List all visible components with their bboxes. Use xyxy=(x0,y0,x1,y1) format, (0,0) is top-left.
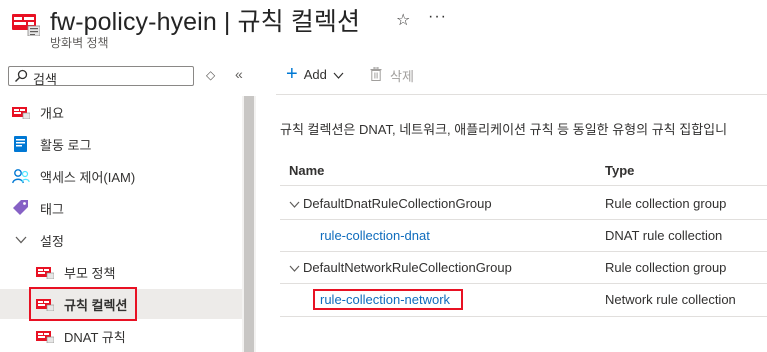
sidebar-item-activity-log[interactable]: 활동 로그 xyxy=(0,129,242,159)
chevron-down-icon[interactable] xyxy=(289,196,300,211)
sidebar-item-label: 개요 xyxy=(40,105,64,121)
row-divider xyxy=(280,316,767,317)
sidebar-item-dnat-rules[interactable]: DNAT 규칙 xyxy=(0,321,242,351)
sidebar-item-overview[interactable]: 개요 xyxy=(0,97,242,127)
description-text: 규칙 컬렉션은 DNAT, 네트워크, 애플리케이션 규칙 등 동일한 유형의 … xyxy=(280,122,728,137)
chevron-down-icon xyxy=(333,67,344,82)
row-type: DNAT rule collection xyxy=(605,228,723,243)
expand-collapse-icon[interactable]: ◇ xyxy=(206,68,215,82)
sidebar-item-label: 부모 정책 xyxy=(64,265,116,281)
sidebar-section-settings[interactable]: 설정 xyxy=(0,225,242,255)
search-input[interactable]: 검색 xyxy=(8,66,194,87)
row-type: Network rule collection xyxy=(605,292,736,307)
delete-label: 삭제 xyxy=(390,69,414,84)
search-placeholder: 검색 xyxy=(33,72,57,87)
trash-icon xyxy=(370,66,382,84)
sidebar-item-tags[interactable]: 태그 xyxy=(0,193,242,223)
sidebar-item-label: 활동 로그 xyxy=(40,137,92,153)
row-divider xyxy=(280,283,767,284)
toolbar-divider xyxy=(276,94,767,95)
sidebar-item-label: 액세스 제어(IAM) xyxy=(40,169,136,185)
table-row[interactable]: DefaultDnatRuleCollectionGroup xyxy=(289,196,492,211)
sidebar-item-label: 설정 xyxy=(40,233,64,249)
row-name: DefaultDnatRuleCollectionGroup xyxy=(303,196,492,211)
column-header-type[interactable]: Type xyxy=(605,163,634,178)
row-name: DefaultNetworkRuleCollectionGroup xyxy=(303,260,512,275)
chevron-down-icon[interactable] xyxy=(289,260,300,275)
add-button[interactable]: + Add xyxy=(286,63,344,85)
add-label: Add xyxy=(303,66,327,82)
firewall-policy-icon xyxy=(36,327,54,345)
sidebar-item-label: 태그 xyxy=(40,201,64,217)
column-header-name[interactable]: Name xyxy=(289,163,324,178)
delete-button[interactable]: 삭제 xyxy=(370,66,414,85)
plus-icon: + xyxy=(286,63,298,85)
sidebar-item-iam[interactable]: 액세스 제어(IAM) xyxy=(0,161,242,191)
table-header-divider xyxy=(280,185,767,186)
tag-icon xyxy=(12,199,30,217)
table-row[interactable]: DefaultNetworkRuleCollectionGroup xyxy=(289,260,512,275)
rule-collection-dnat-link[interactable]: rule-collection-dnat xyxy=(320,228,430,243)
activity-log-icon xyxy=(12,135,30,153)
selection-highlight xyxy=(29,287,137,321)
row-type: Rule collection group xyxy=(605,196,727,211)
sidebar-item-parent-policy[interactable]: 부모 정책 xyxy=(0,257,242,287)
rule-collection-network-link[interactable]: rule-collection-network xyxy=(320,292,450,307)
page-title: fw-policy-hyein | 규칙 컬렉션 xyxy=(50,8,361,36)
sidebar-item-label: DNAT 규칙 xyxy=(64,329,126,345)
search-icon xyxy=(15,69,28,82)
row-divider xyxy=(280,219,767,220)
row-type: Rule collection group xyxy=(605,260,727,275)
star-icon[interactable]: ☆ xyxy=(396,10,410,30)
page-subtitle: 방화벽 정책 xyxy=(50,36,109,50)
row-divider xyxy=(280,251,767,252)
firewall-policy-icon xyxy=(12,10,41,37)
chevron-down-icon xyxy=(12,231,30,249)
collapse-sidebar-icon[interactable]: « xyxy=(235,66,243,82)
more-icon[interactable]: ··· xyxy=(428,8,447,26)
sidebar-scrollbar-thumb[interactable] xyxy=(244,96,254,352)
iam-icon xyxy=(12,167,30,185)
firewall-policy-icon xyxy=(12,103,30,121)
firewall-policy-icon xyxy=(36,263,54,281)
